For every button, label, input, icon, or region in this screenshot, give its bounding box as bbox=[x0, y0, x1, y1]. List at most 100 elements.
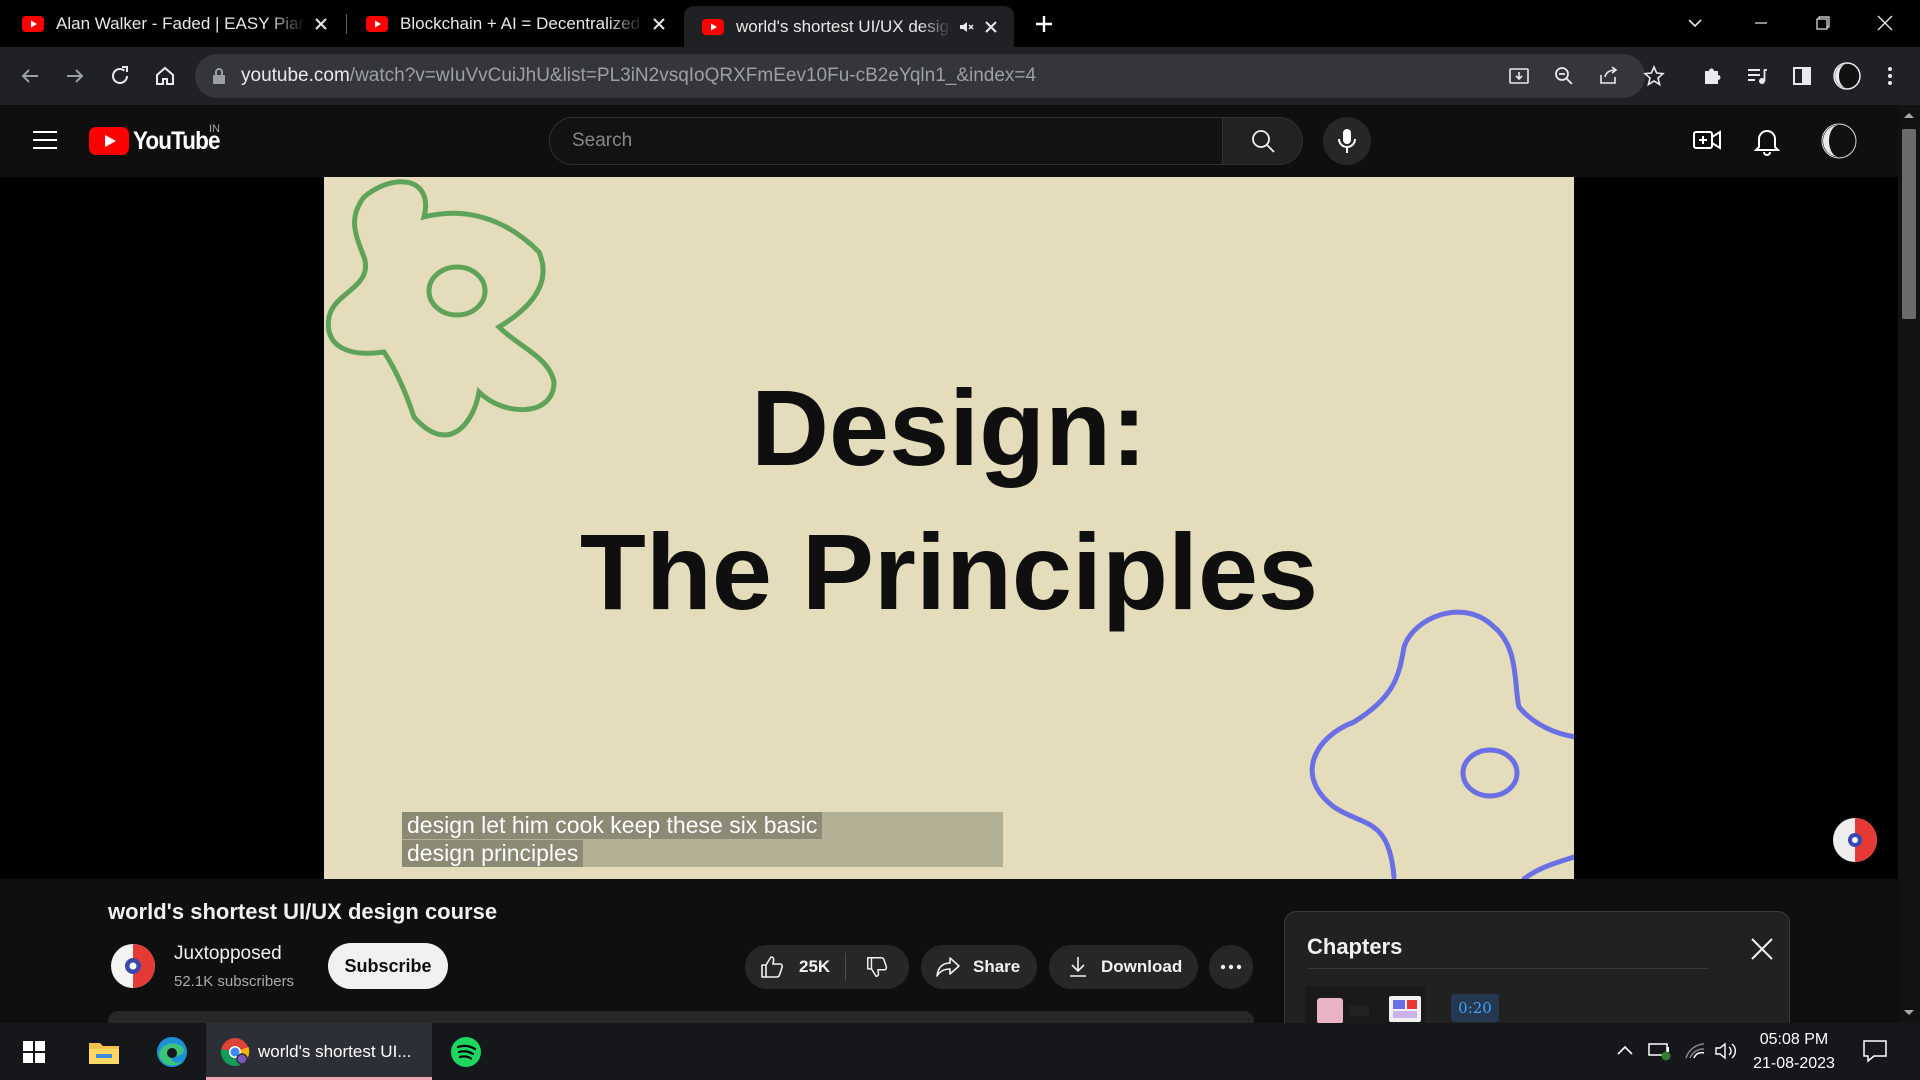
volume-icon[interactable] bbox=[1714, 1041, 1738, 1061]
start-button[interactable] bbox=[12, 1023, 56, 1080]
search-input[interactable]: Search bbox=[549, 117, 1223, 165]
wifi-icon[interactable] bbox=[1684, 1041, 1706, 1061]
media-control-button[interactable] bbox=[1741, 60, 1773, 92]
minimize-icon bbox=[1755, 22, 1767, 24]
minimize-button[interactable] bbox=[1730, 0, 1792, 46]
edge-browser-button[interactable] bbox=[148, 1023, 196, 1080]
microphone-icon bbox=[1338, 129, 1356, 153]
chapters-title: Chapters bbox=[1307, 934, 1403, 959]
side-panel-button[interactable] bbox=[1786, 60, 1818, 92]
battery-charging-icon[interactable] bbox=[1648, 1041, 1672, 1061]
reload-button[interactable] bbox=[104, 60, 136, 92]
url-text[interactable]: youtube.com/watch?v=wIuVvCuiJhU&list=PL3… bbox=[241, 54, 1036, 98]
restore-button[interactable] bbox=[1792, 0, 1854, 46]
search-placeholder: Search bbox=[572, 130, 633, 151]
more-actions-button[interactable] bbox=[1209, 945, 1253, 989]
green-flower-center bbox=[426, 264, 488, 318]
profile-avatar-icon bbox=[1833, 62, 1861, 90]
notification-center-icon[interactable] bbox=[1862, 1039, 1888, 1063]
chrome-menu-button[interactable] bbox=[1874, 60, 1906, 92]
search-button[interactable] bbox=[1223, 117, 1303, 165]
country-code: IN bbox=[209, 123, 220, 135]
page-scrollbar[interactable] bbox=[1898, 105, 1920, 1023]
scroll-up-arrow-icon[interactable] bbox=[1903, 111, 1915, 119]
video-title: world's shortest UI/UX design course bbox=[108, 899, 498, 924]
show-hidden-icons-chevron-icon[interactable] bbox=[1616, 1043, 1634, 1057]
download-button[interactable]: Download bbox=[1049, 945, 1198, 989]
close-icon bbox=[1877, 15, 1893, 31]
download-label: Download bbox=[1101, 957, 1183, 976]
notifications-bell-icon[interactable] bbox=[1754, 126, 1780, 156]
zoom-icon[interactable] bbox=[1553, 65, 1575, 87]
like-button[interactable]: 25K bbox=[745, 945, 845, 989]
more-vert-icon bbox=[1888, 67, 1892, 85]
youtube-header: YouTube IN Search bbox=[0, 105, 1898, 177]
side-panel-icon bbox=[1793, 67, 1811, 85]
youtube-favicon-icon bbox=[702, 18, 724, 35]
account-avatar[interactable] bbox=[1821, 123, 1857, 159]
close-tab-icon[interactable] bbox=[982, 18, 1000, 36]
close-window-button[interactable] bbox=[1854, 0, 1916, 46]
channel-watermark-icon[interactable] bbox=[1832, 817, 1878, 863]
video-frame[interactable]: Design: The Principles bbox=[324, 177, 1574, 879]
share-label: Share bbox=[973, 957, 1021, 976]
more-horiz-icon bbox=[1220, 964, 1242, 970]
spotify-button[interactable] bbox=[442, 1023, 490, 1080]
subscribe-button[interactable]: Subscribe bbox=[328, 943, 448, 989]
hamburger-menu-icon[interactable] bbox=[32, 129, 58, 151]
new-tab-plus-icon[interactable] bbox=[1032, 12, 1056, 36]
tab-alan-walker[interactable]: Alan Walker - Faded | EASY Piano bbox=[4, 8, 344, 39]
youtube-favicon-icon bbox=[366, 15, 388, 32]
folder-icon bbox=[89, 1042, 119, 1064]
like-dislike-group: 25K bbox=[745, 945, 909, 989]
tab-muted-speaker-icon[interactable] bbox=[958, 18, 976, 36]
profile-button[interactable] bbox=[1831, 60, 1863, 92]
share-page-icon[interactable] bbox=[1598, 65, 1620, 87]
install-app-icon[interactable] bbox=[1508, 65, 1530, 87]
youtube-favicon-icon bbox=[22, 15, 44, 32]
slide-title-line1: Design: bbox=[750, 367, 1148, 488]
back-button[interactable] bbox=[14, 60, 46, 92]
taskbar-window-title: world's shortest UI... bbox=[258, 1042, 412, 1061]
share-arrow-icon bbox=[936, 957, 960, 977]
slide-title-line2: The Principles bbox=[579, 511, 1319, 632]
close-tab-icon[interactable] bbox=[312, 15, 330, 33]
bookmark-star-icon[interactable] bbox=[1643, 65, 1665, 87]
tab-uiux-course-active[interactable]: world's shortest UI/UX design course bbox=[684, 6, 1014, 47]
url-path: /watch?v=wIuVvCuiJhU&list=PL3iN2vsqIoQRX… bbox=[349, 65, 1037, 86]
taskbar-chrome-window[interactable]: world's shortest UI... bbox=[206, 1023, 432, 1080]
scroll-thumb[interactable] bbox=[1902, 129, 1916, 319]
clock-date[interactable]: 21-08-2023 bbox=[1744, 1055, 1844, 1073]
captions-window[interactable]: design let him cook keep these six basic… bbox=[402, 812, 1003, 867]
extensions-button[interactable] bbox=[1696, 60, 1728, 92]
restore-icon bbox=[1816, 16, 1830, 30]
browser-toolbar: youtube.com/watch?v=wIuVvCuiJhU&list=PL3… bbox=[0, 47, 1920, 105]
chrome-icon bbox=[220, 1038, 250, 1066]
edge-icon bbox=[157, 1036, 187, 1067]
create-video-icon[interactable] bbox=[1692, 127, 1722, 153]
file-explorer-button[interactable] bbox=[80, 1023, 128, 1080]
tab-search-chevron-icon[interactable] bbox=[1684, 12, 1706, 34]
search-icon bbox=[1251, 130, 1275, 153]
address-bar[interactable]: youtube.com/watch?v=wIuVvCuiJhU&list=PL3… bbox=[195, 54, 1665, 98]
channel-avatar[interactable] bbox=[110, 943, 156, 989]
close-tab-icon[interactable] bbox=[650, 15, 668, 33]
home-button[interactable] bbox=[149, 60, 181, 92]
forward-button[interactable] bbox=[59, 60, 91, 92]
chapter-timestamp[interactable]: 0:20 bbox=[1451, 994, 1499, 1022]
share-button[interactable]: Share bbox=[921, 945, 1037, 989]
dislike-button[interactable] bbox=[846, 945, 908, 989]
blue-flower-center bbox=[1460, 747, 1520, 799]
lock-icon[interactable] bbox=[211, 67, 227, 85]
tab-title: Alan Walker - Faded | EASY Piano bbox=[56, 13, 306, 33]
tab-title: world's shortest UI/UX design course bbox=[736, 16, 952, 36]
voice-search-button[interactable] bbox=[1323, 117, 1371, 165]
scroll-down-arrow-icon[interactable] bbox=[1903, 1009, 1915, 1017]
arrow-left-icon bbox=[21, 69, 38, 83]
tab-blockchain-ai[interactable]: Blockchain + AI = Decentralized AI bbox=[348, 8, 682, 39]
channel-name[interactable]: Juxtopposed bbox=[174, 943, 282, 965]
close-chapters-icon[interactable] bbox=[1749, 936, 1775, 962]
clock-time[interactable]: 05:08 PM bbox=[1744, 1031, 1844, 1049]
thumbs-up-icon bbox=[761, 956, 783, 978]
subscriber-count: 52.1K subscribers bbox=[174, 973, 295, 990]
